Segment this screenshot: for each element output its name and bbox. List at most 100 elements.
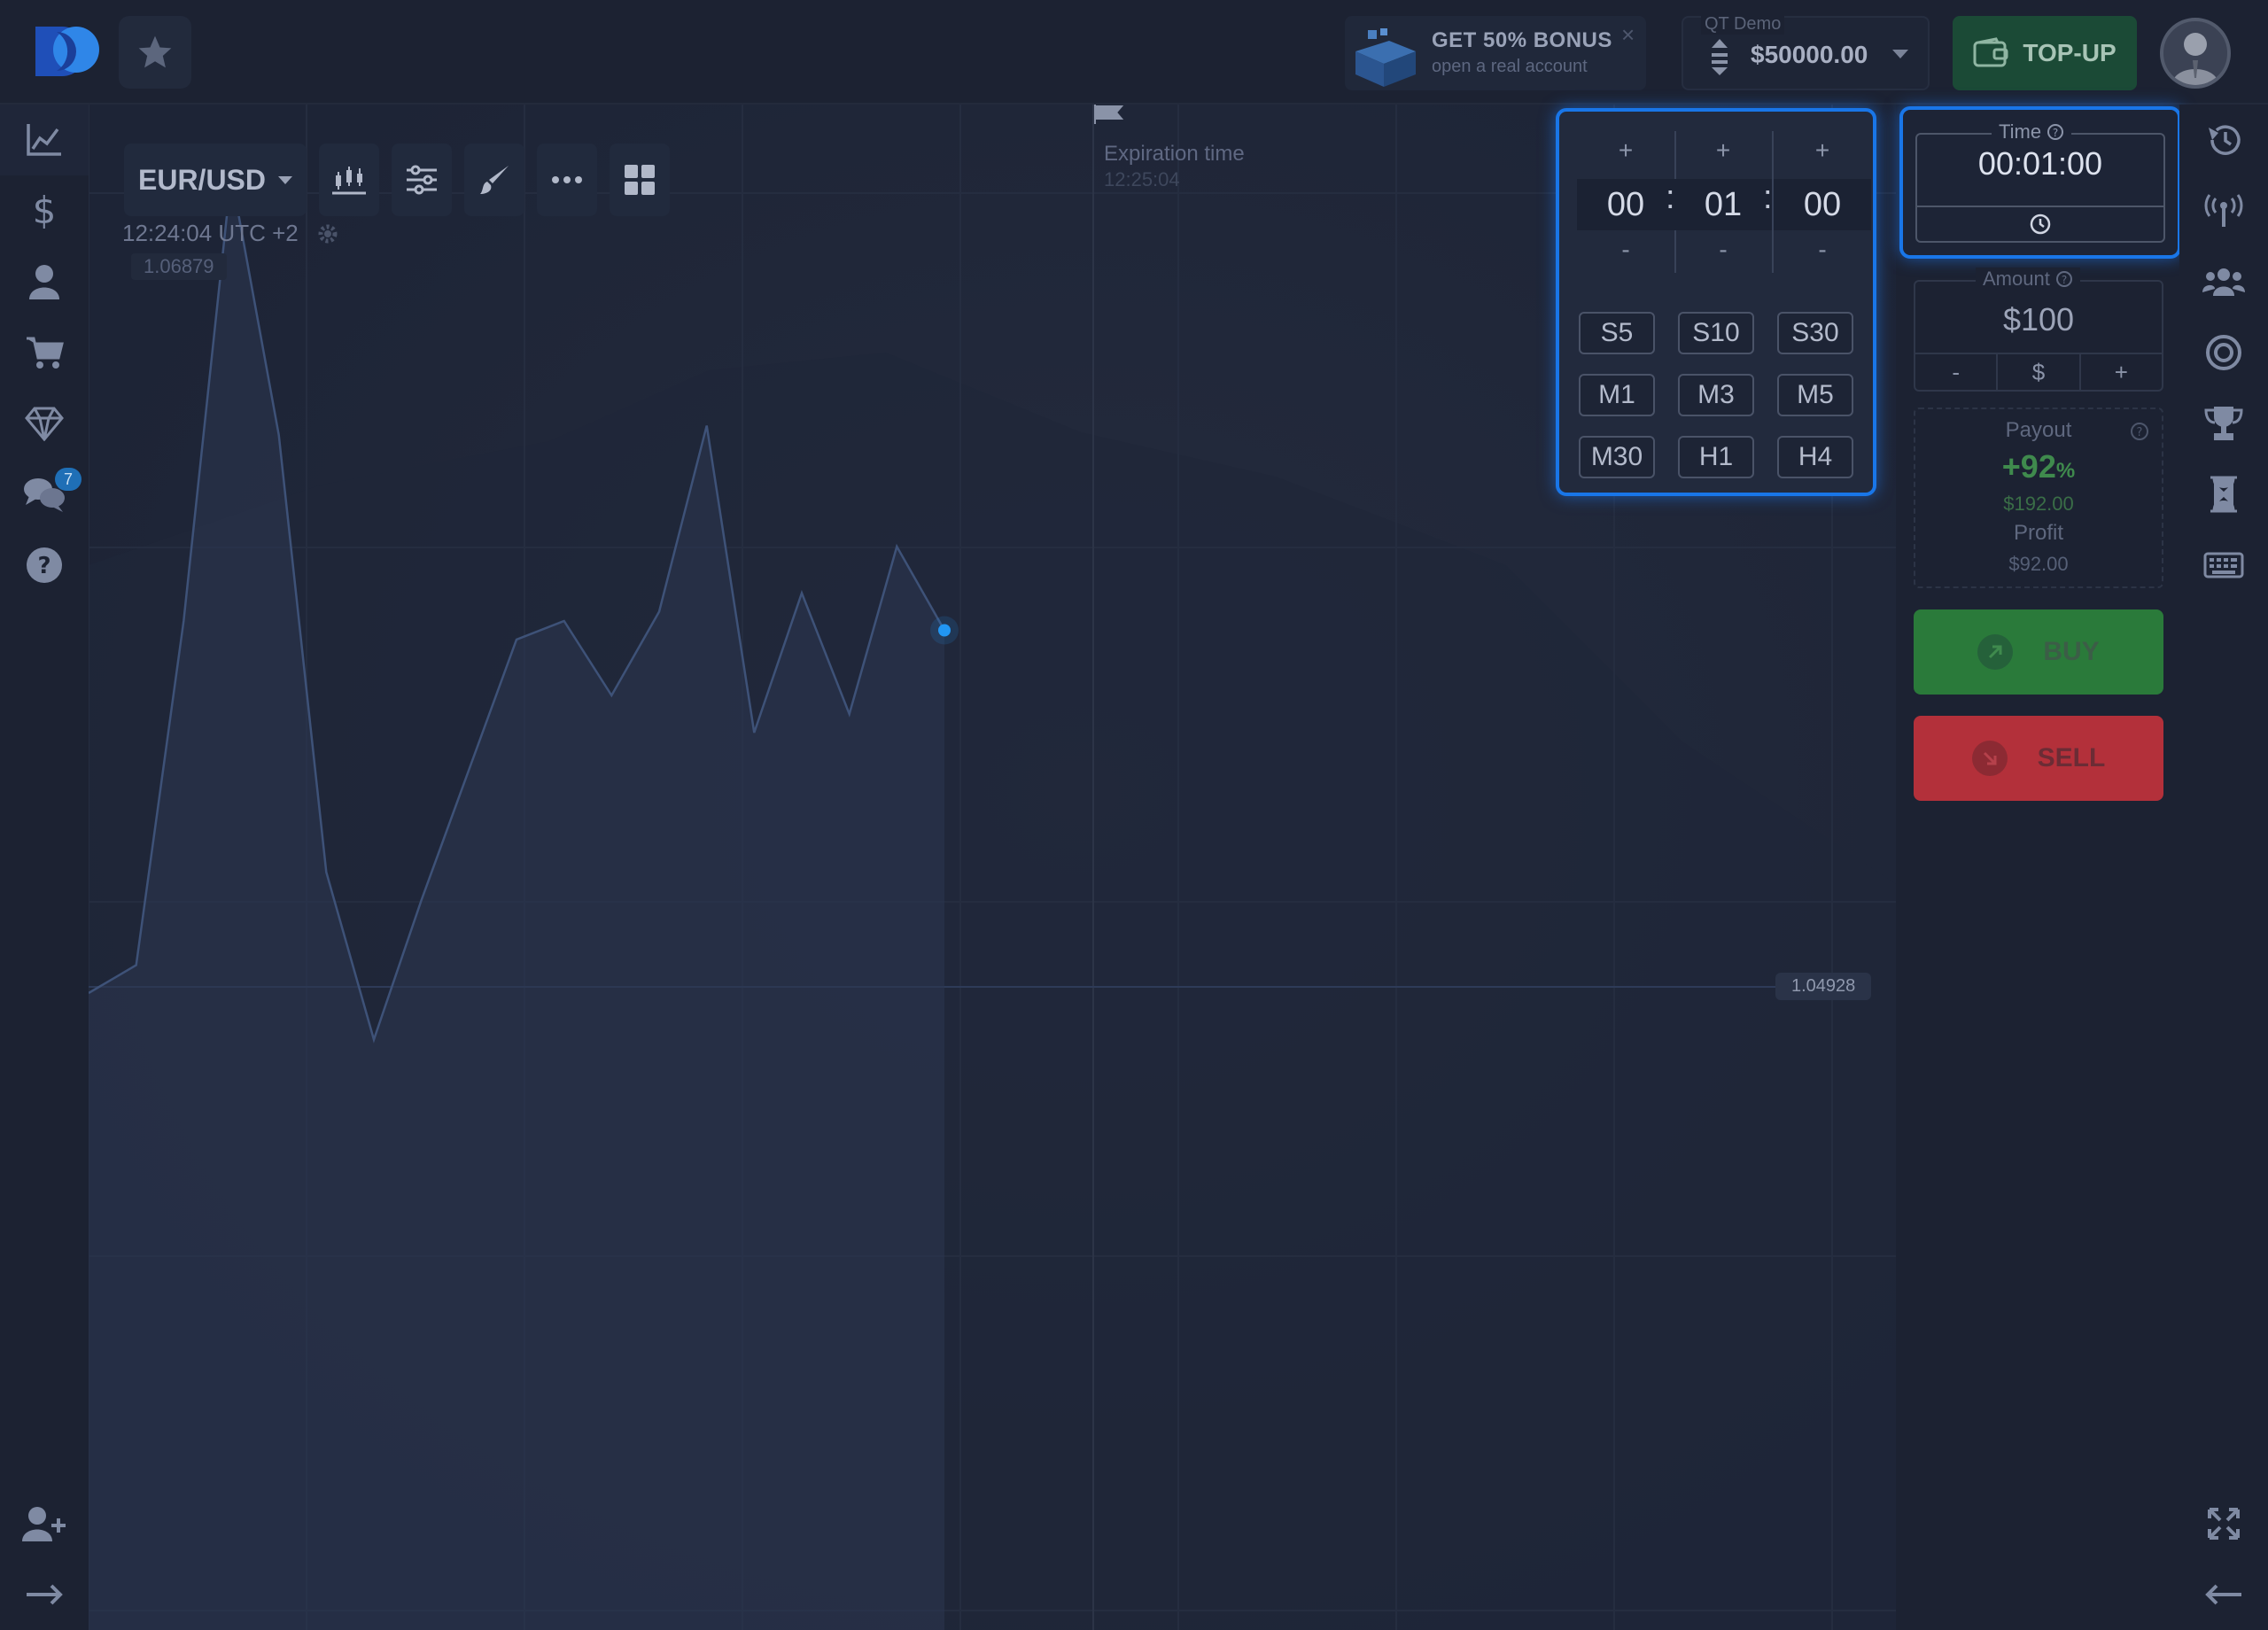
- time-preset-s30[interactable]: S30: [1777, 312, 1853, 354]
- time-preset-m30[interactable]: M30: [1579, 436, 1655, 478]
- info-icon[interactable]: ?: [2130, 422, 2149, 441]
- time-label: Time ?: [1992, 120, 2072, 144]
- seconds-plus-button[interactable]: +: [1774, 136, 1871, 165]
- payout-label: Payout: [2005, 418, 2072, 442]
- brand-logo[interactable]: [32, 23, 103, 82]
- time-separator: :: [1666, 179, 1675, 216]
- sidebar-item-achievements[interactable]: [0, 388, 89, 459]
- bonus-close-icon[interactable]: ×: [1621, 21, 1635, 49]
- fullscreen-icon: [2208, 1508, 2240, 1540]
- layout-grid-button[interactable]: [610, 144, 670, 216]
- hours-minus-button[interactable]: -: [1577, 236, 1674, 264]
- amount-plus-button[interactable]: +: [2081, 354, 2162, 390]
- sidebar-item-social[interactable]: [2179, 246, 2268, 317]
- minutes-minus-button[interactable]: -: [1674, 236, 1772, 264]
- favorites-button[interactable]: [119, 16, 191, 89]
- sidebar-item-chat[interactable]: 7: [0, 459, 89, 530]
- keyboard-icon: [2203, 552, 2244, 578]
- sidebar-item-express[interactable]: [2179, 317, 2268, 388]
- amount-value[interactable]: $100: [1915, 301, 2162, 338]
- time-preset-h1[interactable]: H1: [1678, 436, 1754, 478]
- payout-percent: +92%: [1915, 448, 2162, 485]
- hours-column: + 00 -: [1577, 129, 1674, 285]
- left-sidebar: $ 7 ?: [0, 105, 89, 1630]
- time-preset-m1[interactable]: M1: [1579, 374, 1655, 416]
- chevron-down-icon: [278, 175, 292, 184]
- sidebar-item-collapse[interactable]: [2179, 1559, 2268, 1630]
- add-friend-icon: [22, 1507, 66, 1541]
- sidebar-item-help[interactable]: ?: [0, 530, 89, 601]
- sidebar-item-fullscreen[interactable]: [2179, 1488, 2268, 1559]
- more-dots-icon: [552, 176, 582, 183]
- trade-panel: Time ? 00:01:00 Amount ? $100 - $ + Payo…: [1896, 105, 2181, 1630]
- expiration-flag-icon: [1094, 105, 1124, 124]
- avatar[interactable]: [2160, 18, 2231, 89]
- sidebar-item-pending[interactable]: [2179, 459, 2268, 530]
- right-sidebar: [2179, 105, 2268, 1630]
- chat-unread-badge: 7: [55, 468, 82, 491]
- info-icon: ?: [2055, 271, 2072, 287]
- time-field-inner[interactable]: Time ? 00:01:00: [1915, 120, 2165, 243]
- time-preset-m3[interactable]: M3: [1678, 374, 1754, 416]
- sell-button[interactable]: SELL: [1914, 716, 2163, 801]
- signals-icon: [2204, 194, 2243, 227]
- drawings-button[interactable]: [464, 144, 524, 216]
- expiration-time: 12:25:04: [1104, 168, 1180, 190]
- amount-minus-button[interactable]: -: [1915, 354, 1999, 390]
- time-preset-s10[interactable]: S10: [1678, 312, 1754, 354]
- topup-button[interactable]: TOP-UP: [1953, 16, 2137, 90]
- sidebar-item-finance[interactable]: $: [0, 175, 89, 246]
- finance-dollar-icon: $: [33, 191, 57, 230]
- sidebar-item-history[interactable]: [2179, 105, 2268, 175]
- more-options-button[interactable]: [537, 144, 597, 216]
- asset-pair-label: EUR/USD: [137, 163, 266, 196]
- chart-type-button[interactable]: [319, 144, 379, 216]
- current-price-tag: 1.04928: [1775, 973, 1872, 1000]
- sidebar-item-trading[interactable]: [0, 105, 89, 175]
- sidebar-item-signals[interactable]: [2179, 175, 2268, 246]
- buy-button[interactable]: BUY: [1914, 609, 2163, 695]
- time-preset-m5[interactable]: M5: [1777, 374, 1853, 416]
- svg-text:$: $: [33, 191, 57, 230]
- expiry-time-field[interactable]: Time ? 00:01:00: [1899, 106, 2181, 259]
- amount-field[interactable]: Amount ? $100 - $ +: [1914, 268, 2163, 392]
- amount-currency-button[interactable]: $: [1998, 354, 2081, 390]
- seconds-value[interactable]: 00: [1774, 179, 1871, 230]
- candlestick-chart-icon: [332, 167, 366, 195]
- seconds-minus-button[interactable]: -: [1774, 236, 1871, 264]
- time-preset-h4[interactable]: H4: [1777, 436, 1853, 478]
- sliders-icon: [407, 165, 437, 195]
- express-trades-icon: [2206, 335, 2241, 370]
- indicators-button[interactable]: [392, 144, 452, 216]
- trading-chart-icon: [27, 124, 61, 156]
- hours-plus-button[interactable]: +: [1577, 136, 1674, 165]
- asset-selector-button[interactable]: EUR/USD: [124, 144, 307, 216]
- time-preset-s5[interactable]: S5: [1579, 312, 1655, 354]
- svg-text:?: ?: [37, 553, 50, 579]
- top-bar: GET 50% BONUS open a real account × QT D…: [0, 0, 2268, 105]
- hourglass-icon: [2210, 476, 2237, 513]
- sidebar-item-market[interactable]: [0, 317, 89, 388]
- minutes-plus-button[interactable]: +: [1674, 136, 1772, 165]
- hours-value[interactable]: 00: [1577, 179, 1674, 230]
- arrow-down-right-icon: [1971, 741, 2008, 776]
- sidebar-item-hotkeys[interactable]: [2179, 530, 2268, 601]
- star-icon: [138, 35, 172, 68]
- profit-value: $92.00: [2008, 553, 2069, 575]
- bonus-banner[interactable]: GET 50% BONUS open a real account ×: [1345, 16, 1646, 90]
- chevron-down-icon: [1892, 50, 1908, 58]
- chart-toolbar: EUR/USD: [124, 144, 670, 216]
- time-label-text: Time: [1999, 120, 2042, 143]
- current-price-dot: [938, 624, 951, 637]
- sidebar-item-tournaments[interactable]: [2179, 388, 2268, 459]
- account-selector[interactable]: QT Demo $50000.00: [1682, 14, 1930, 90]
- minutes-value[interactable]: 01: [1674, 179, 1772, 230]
- sidebar-item-invite[interactable]: [0, 1488, 89, 1559]
- time-mode-toggle[interactable]: [1917, 206, 2163, 241]
- sidebar-item-expand[interactable]: [0, 1559, 89, 1630]
- topup-label: TOP-UP: [2023, 39, 2117, 66]
- switch-account-icon: [1712, 39, 1728, 75]
- account-balance: $50000.00: [1751, 41, 1868, 68]
- gear-icon[interactable]: [317, 223, 338, 244]
- sidebar-item-profile[interactable]: [0, 246, 89, 317]
